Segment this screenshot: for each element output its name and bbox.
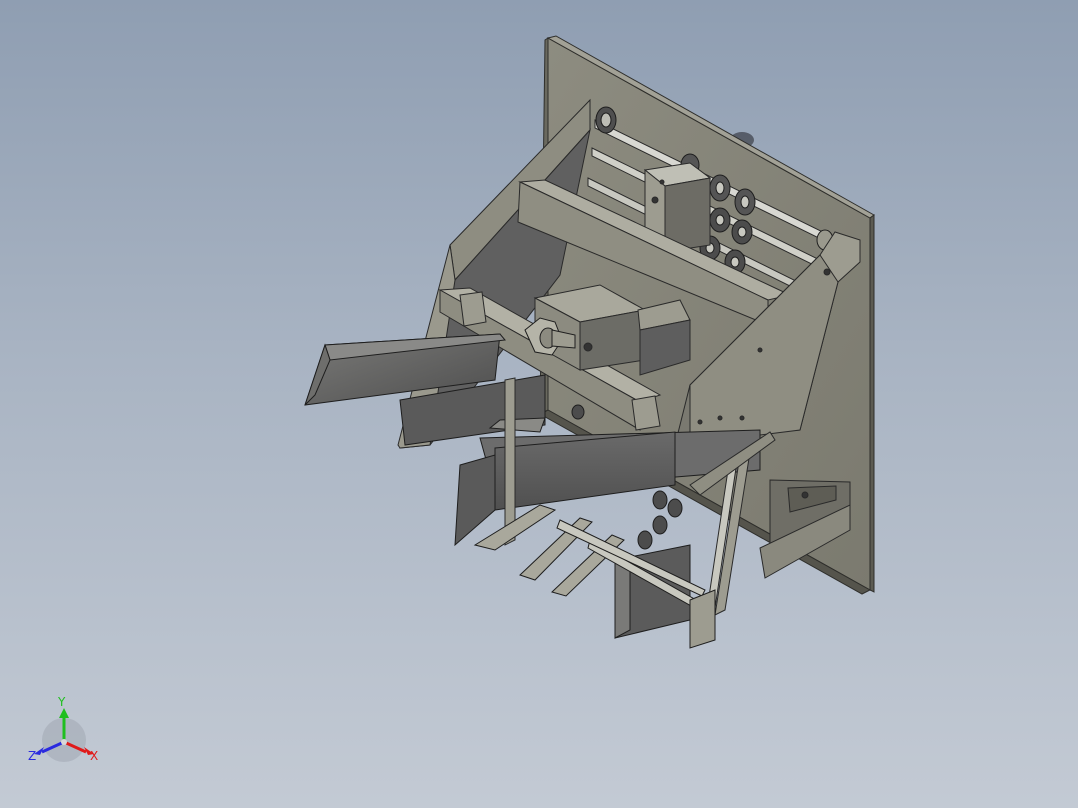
bottom-fingers[interactable]	[473, 504, 716, 649]
triad-z-label: Z	[28, 749, 37, 763]
graphics-viewport[interactable]: Y X Z	[0, 0, 1078, 808]
orientation-triad[interactable]: Y X Z	[24, 692, 108, 776]
cad-model[interactable]	[0, 0, 1078, 808]
triad-x-label: X	[90, 749, 99, 763]
triad-graphic	[34, 708, 94, 762]
triad-y-label: Y	[58, 695, 66, 709]
